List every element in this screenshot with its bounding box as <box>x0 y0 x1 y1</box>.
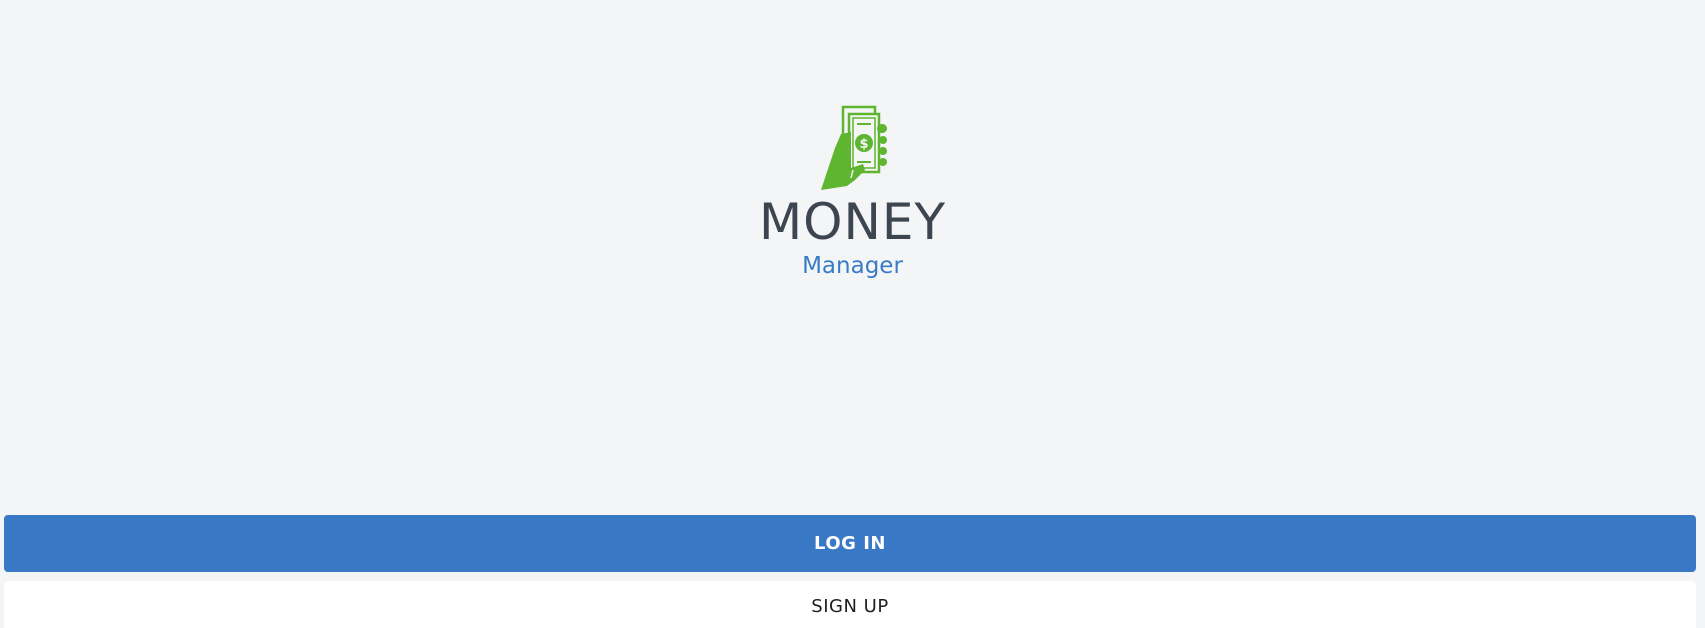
signup-button[interactable]: SIGN UP <box>4 581 1696 628</box>
app-title: MONEY <box>758 193 947 251</box>
welcome-screen: $ MONEY Manager LOG IN SIGN UP <box>0 0 1705 628</box>
app-subtitle: Manager <box>802 253 903 279</box>
login-button[interactable]: LOG IN <box>4 515 1696 572</box>
hand-holding-money-icon: $ <box>820 105 887 190</box>
app-logo: $ MONEY Manager <box>0 104 1705 280</box>
svg-text:$: $ <box>859 137 868 152</box>
